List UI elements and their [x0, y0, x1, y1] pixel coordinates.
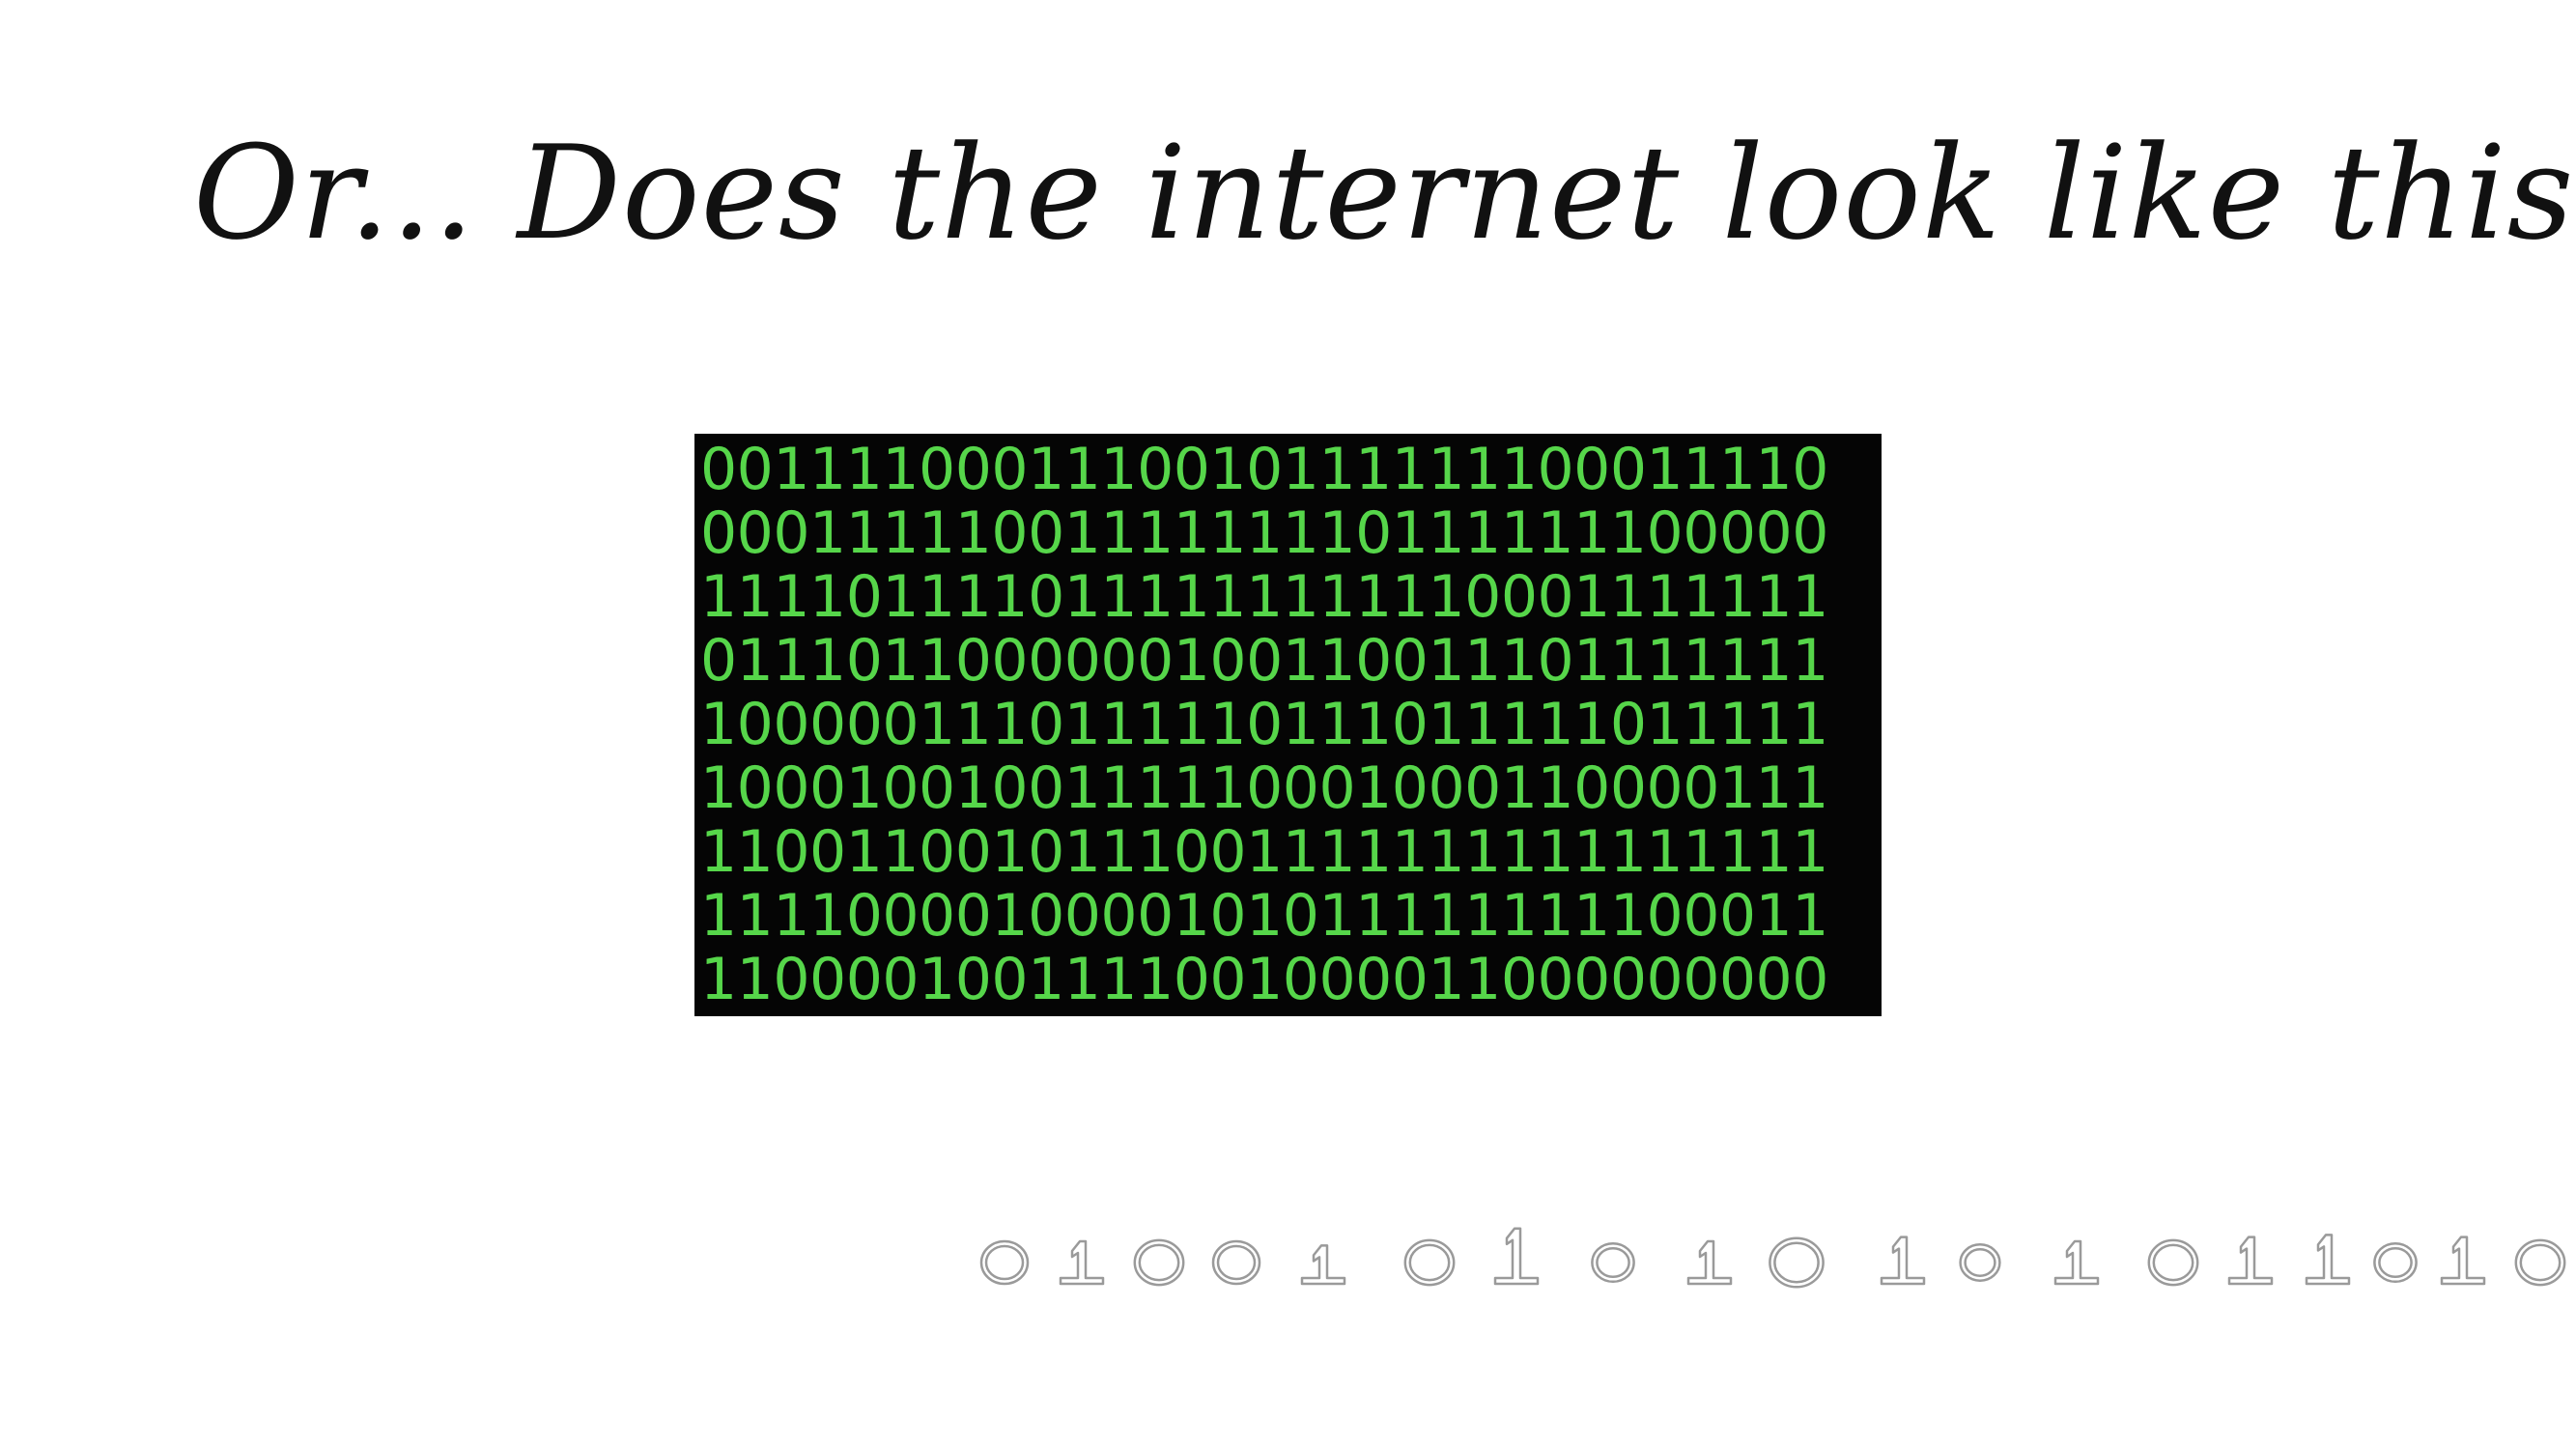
sketch-binary-digits — [976, 1203, 2576, 1299]
sketch-zero-glyph — [2514, 1238, 2566, 1287]
sketch-one-glyph — [2440, 1236, 2486, 1286]
binary-row: 1000100100111110001000110000111 — [700, 754, 1828, 822]
sketch-zero-glyph — [2373, 1241, 2418, 1284]
binary-row: 1100001001111001000011000000000 — [700, 946, 1828, 1013]
sketch-one-glyph — [1880, 1236, 1926, 1286]
sketch-zero-glyph — [1133, 1238, 1185, 1287]
binary-code-image: 0011110001110010111111100011110 00011111… — [694, 434, 1882, 1016]
sketch-zero-glyph — [1403, 1238, 1456, 1287]
sketch-one-glyph — [2227, 1236, 2274, 1286]
binary-row: 0111011000000100110011101111111 — [700, 627, 1828, 695]
binary-row: 1000001110111110111011111011111 — [700, 691, 1828, 758]
slide: Or... Does the internet look like this? … — [0, 0, 2576, 1449]
sketch-zero-glyph — [1211, 1239, 1261, 1286]
sketch-one-glyph — [2053, 1239, 2100, 1286]
sketch-zero-glyph — [1959, 1243, 2001, 1282]
binary-row: 0001111100111111110111111100000 — [700, 499, 1828, 567]
binary-row: 1111000010000101011111111100011 — [700, 882, 1828, 950]
sketch-one-glyph — [2305, 1234, 2351, 1286]
sketch-zero-glyph — [2147, 1238, 2199, 1287]
slide-title: Or... Does the internet look like this? — [193, 118, 2576, 269]
binary-row: 0011110001110010111111100011110 — [700, 436, 1828, 503]
binary-row: 1100110010111001111111111111111 — [700, 818, 1828, 886]
sketch-one-glyph — [1059, 1239, 1105, 1286]
sketch-one-glyph — [1686, 1239, 1733, 1286]
sketch-digits-drawing — [979, 1227, 2566, 1289]
sketch-zero-glyph — [1591, 1241, 1635, 1284]
binary-rows: 0011110001110010111111100011110 00011111… — [700, 438, 1828, 1011]
binary-row: 1111011110111111111110001111111 — [700, 563, 1828, 631]
sketch-zero-glyph — [1769, 1236, 1825, 1289]
sketch-zero-glyph — [979, 1239, 1030, 1286]
sketch-one-glyph — [1493, 1227, 1540, 1286]
sketch-one-glyph — [1300, 1244, 1346, 1286]
